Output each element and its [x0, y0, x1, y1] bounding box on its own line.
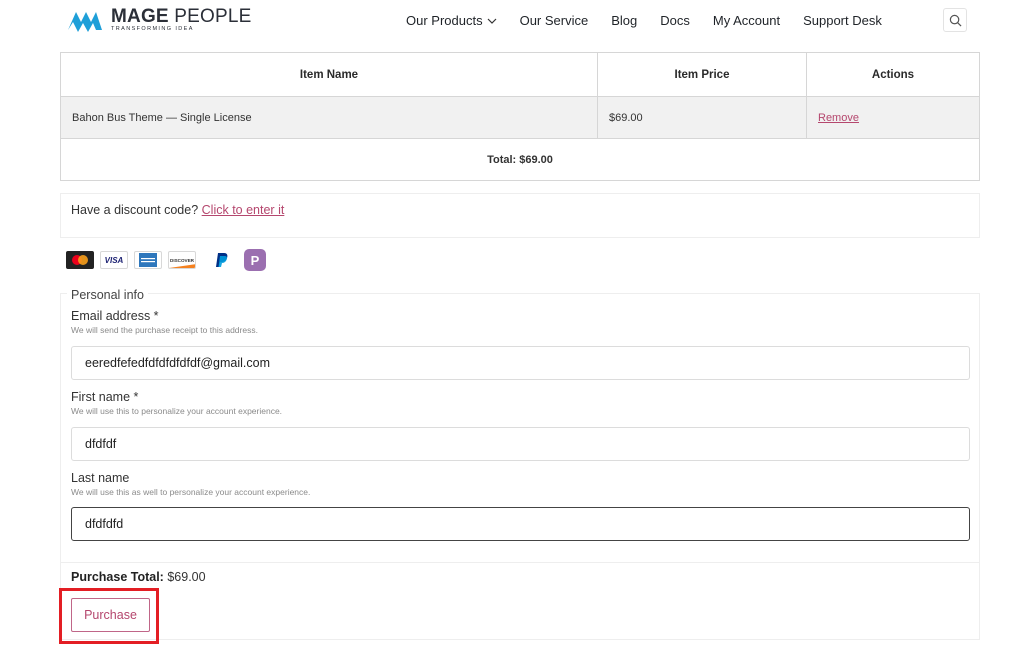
logo-tagline: TRANSFORMING IDEA: [111, 26, 194, 33]
p-payment-icon: P: [244, 249, 266, 271]
last-name-field[interactable]: [71, 507, 970, 541]
main-nav: Our Products Our Service Blog Docs My Ac…: [406, 13, 905, 28]
payment-methods: VISA DISCOVER P: [66, 249, 272, 271]
email-description: We will send the purchase receipt to thi…: [71, 325, 258, 335]
discover-icon: DISCOVER: [168, 251, 196, 269]
last-name-description: We will use this as well to personalize …: [71, 487, 311, 497]
mastercard-icon: [66, 251, 94, 269]
cart-total-row: Total: $69.00: [60, 138, 980, 181]
last-name-label: Last name: [71, 471, 130, 485]
first-name-description: We will use this to personalize your acc…: [71, 406, 283, 416]
purchase-total-value: $69.00: [167, 570, 206, 584]
column-header-actions: Actions: [806, 52, 980, 97]
personal-info-legend: Personal info: [67, 288, 148, 302]
paypal-icon: [210, 251, 234, 269]
site-logo[interactable]: MAGE PEOPLE TRANSFORMING IDEA: [67, 6, 252, 34]
nav-our-service[interactable]: Our Service: [520, 13, 589, 28]
cart-header-row: Item Name Item Price Actions: [60, 52, 980, 97]
amex-icon: [134, 251, 162, 269]
purchase-total-label: Purchase Total:: [71, 570, 164, 584]
column-header-item-price: Item Price: [597, 52, 807, 97]
chevron-down-icon: [487, 18, 497, 24]
personal-info-fieldset: Personal info Email address * We will se…: [60, 288, 980, 562]
first-name-label: First name *: [71, 390, 139, 404]
remove-link[interactable]: Remove: [818, 112, 859, 124]
first-name-field[interactable]: [71, 427, 970, 461]
table-row: Bahon Bus Theme — Single License $69.00 …: [60, 96, 980, 139]
discount-enter-link[interactable]: Click to enter it: [202, 203, 285, 217]
search-button[interactable]: [943, 8, 967, 32]
visa-icon: VISA: [100, 251, 128, 269]
nav-docs[interactable]: Docs: [660, 13, 690, 28]
item-name-cell: Bahon Bus Theme — Single License: [60, 96, 598, 139]
mage-people-logo-icon: [68, 12, 102, 32]
cart-total: Total: $69.00: [60, 138, 980, 181]
column-header-item-name: Item Name: [60, 52, 598, 97]
purchase-button[interactable]: Purchase: [71, 598, 150, 632]
discount-prompt: Have a discount code?: [71, 203, 199, 217]
discount-section: Have a discount code? Click to enter it: [60, 193, 980, 238]
search-icon: [949, 14, 961, 26]
item-actions-cell: Remove: [806, 96, 980, 139]
nav-our-products[interactable]: Our Products: [406, 13, 497, 28]
nav-my-account[interactable]: My Account: [713, 13, 780, 28]
nav-support-desk[interactable]: Support Desk: [803, 13, 882, 28]
email-field[interactable]: [71, 346, 970, 380]
site-header: MAGE PEOPLE TRANSFORMING IDEA Our Produc…: [0, 0, 1024, 42]
item-price-cell: $69.00: [597, 96, 807, 139]
cart-table: Item Name Item Price Actions Bahon Bus T…: [60, 52, 980, 181]
nav-blog[interactable]: Blog: [611, 13, 637, 28]
purchase-total: Purchase Total: $69.00: [71, 570, 206, 584]
purchase-section: Purchase Total: $69.00 Purchase: [60, 562, 980, 640]
logo-name: MAGE PEOPLE: [111, 6, 252, 28]
email-label: Email address *: [71, 309, 159, 323]
